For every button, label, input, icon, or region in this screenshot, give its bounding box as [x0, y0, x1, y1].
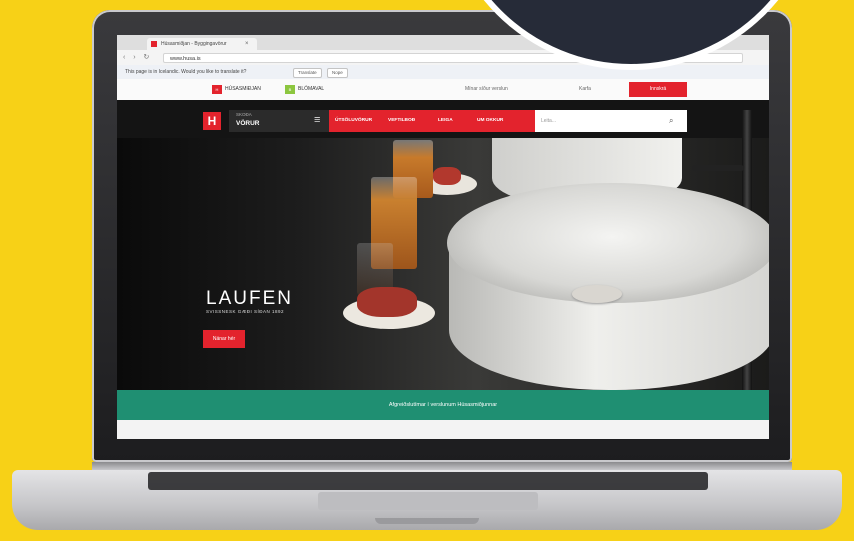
- basin-drain-image: [572, 285, 622, 303]
- faucet-spout-image: [692, 165, 744, 171]
- browser-nav-icons[interactable]: ‹ › ↻: [123, 51, 152, 64]
- hero-cta-button[interactable]: Nánar hér: [203, 330, 245, 348]
- search-input[interactable]: Leita...: [535, 110, 687, 132]
- browser-tab[interactable]: Húsasmiðjan - Byggingavörur: [147, 38, 257, 50]
- opening-hours-banner[interactable]: Afgreiðslutímar í verslunum Húsasmiðjunn…: [117, 390, 769, 420]
- nav-item-sale[interactable]: ÚTSÖLUVÖRUR: [335, 110, 372, 132]
- laptop-hinge: [92, 462, 792, 470]
- hero-brand-logo: LAUFEN: [206, 288, 293, 309]
- husasmidjan-logo-icon[interactable]: H: [203, 112, 221, 130]
- nav-item-rental[interactable]: LEIGA: [438, 110, 453, 132]
- search-icon[interactable]: ⌕: [669, 110, 673, 132]
- soap-image: [433, 167, 461, 185]
- products-menu-label: VÖRUR: [236, 120, 260, 127]
- laptop-screen: Húsasmiðjan - Byggingavörur × ‹ › ↻ www.…: [117, 35, 769, 439]
- husasmidjan-link[interactable]: HÚSASMIÐJAN: [225, 85, 261, 94]
- products-menu-sublabel: SKOÐA: [236, 112, 252, 117]
- laptop-trackpad: [318, 492, 538, 510]
- nope-button[interactable]: Nope: [327, 68, 348, 78]
- translate-bar: This page is in Icelandic. Would you lik…: [117, 65, 769, 80]
- translate-prompt: This page is in Icelandic. Would you lik…: [125, 69, 247, 75]
- page-content-below: [117, 420, 769, 439]
- blomaval-link[interactable]: BLÓMAVAL: [298, 85, 324, 94]
- laptop-keyboard: [148, 472, 708, 490]
- blomaval-badge-icon: B: [285, 85, 295, 94]
- tab-close-icon[interactable]: ×: [245, 38, 249, 50]
- favicon-icon: [151, 41, 157, 47]
- translate-button[interactable]: Translate: [293, 68, 322, 78]
- soap-image: [357, 287, 417, 317]
- cart-link[interactable]: Karfa: [579, 85, 591, 94]
- hero-tagline: SVISSNESK GÆÐI SÍÐAN 1892: [206, 309, 285, 314]
- nav-item-about[interactable]: UM OKKUR: [477, 110, 503, 132]
- account-link[interactable]: Mínar síður verslun: [465, 85, 508, 94]
- login-button[interactable]: Innskrá: [629, 82, 687, 97]
- laptop-notch: [375, 518, 479, 524]
- nav-item-web-offers[interactable]: VEFTILBOÐ: [388, 110, 415, 132]
- hamburger-icon[interactable]: ≡: [314, 114, 320, 126]
- husasmidjan-badge-icon: H: [212, 85, 222, 94]
